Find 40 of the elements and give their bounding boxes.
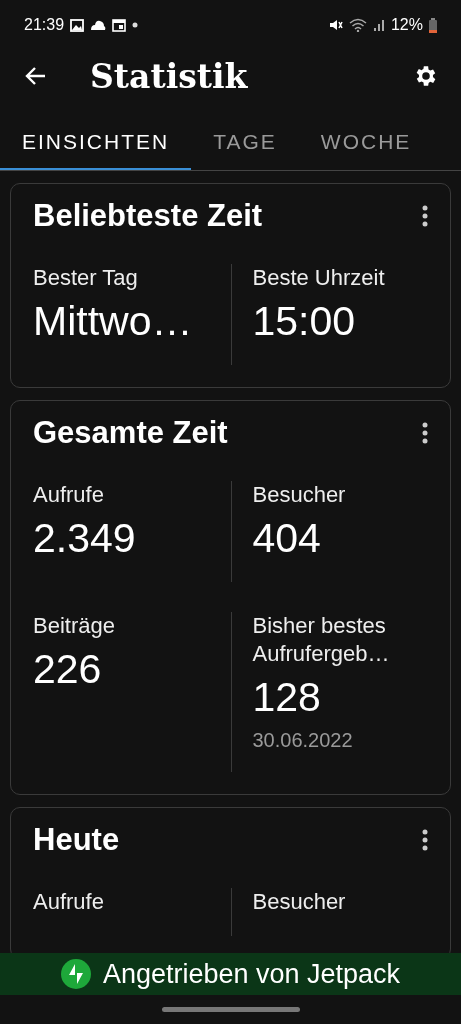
mute-icon xyxy=(328,19,343,31)
wifi-icon xyxy=(348,18,367,32)
stat-value: 128 xyxy=(252,674,322,721)
battery-percent: 12% xyxy=(390,16,423,34)
jetpack-banner[interactable]: Angetrieben von Jetpack xyxy=(0,953,461,995)
tab[interactable]: TAGE xyxy=(191,130,299,170)
stat-label: Beiträge xyxy=(33,612,116,640)
stat-value: 226 xyxy=(33,646,103,693)
tab[interactable]: WOCHE xyxy=(298,130,434,170)
card-title: Beliebteste Zeit xyxy=(33,198,263,234)
more-icon[interactable] xyxy=(422,829,428,851)
page-title: Statistik xyxy=(90,56,249,96)
back-arrow-icon[interactable] xyxy=(24,66,46,86)
stat-label: Aufrufe xyxy=(33,481,105,509)
stat-value: 404 xyxy=(252,515,322,562)
more-icon[interactable] xyxy=(422,422,428,444)
cloud-icon xyxy=(90,20,107,30)
stat-date: 30.06.2022 xyxy=(252,729,354,752)
bolt-icon xyxy=(60,959,91,989)
stat-label: Bester Tag xyxy=(33,264,139,292)
stat-value: 15:00 xyxy=(252,298,357,345)
stat-label: Besucher xyxy=(252,888,347,916)
dot-icon xyxy=(132,22,139,28)
banner-text: Angetrieben von Jetpack xyxy=(102,958,401,990)
tab[interactable]: EINSICHTEN xyxy=(0,130,192,170)
image-icon xyxy=(70,18,85,32)
stat-value: Mittwo… xyxy=(33,298,194,345)
card-title: Gesamte Zeit xyxy=(33,415,228,451)
card-title: Heute xyxy=(33,822,120,858)
signal-icon xyxy=(372,19,385,31)
calendar-icon xyxy=(112,18,127,32)
stat-value: 2.349 xyxy=(33,515,137,562)
stat-label: Aufrufe xyxy=(33,888,105,916)
home-handle[interactable] xyxy=(161,1007,300,1012)
more-icon[interactable] xyxy=(422,205,428,227)
status-time: 21:39 xyxy=(24,16,65,34)
stat-label: Beste Uhrzeit xyxy=(252,264,386,292)
battery-icon xyxy=(429,17,437,33)
stat-label: Besucher xyxy=(252,481,347,509)
stat-label: Bisher bestes Aufrufergeb… xyxy=(252,612,391,668)
